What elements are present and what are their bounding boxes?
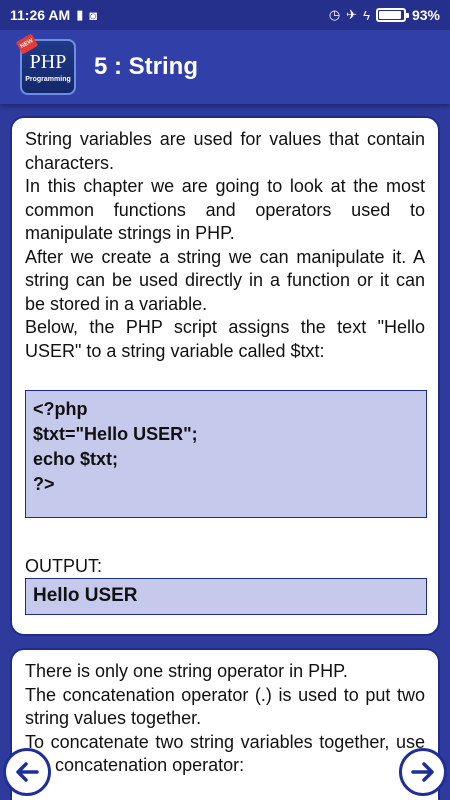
android-icon: ◙ <box>89 7 98 23</box>
sim-icon: ▮ <box>76 7 84 22</box>
logo-subtext: Programming <box>25 76 71 83</box>
alarm-icon: ◷ <box>328 7 341 22</box>
previous-button[interactable] <box>3 748 51 796</box>
code-line: ?> <box>33 474 55 494</box>
page-title: 5 : String <box>94 53 199 80</box>
status-bar: 11:26 AM ▮ ◙ ◷ ✈ ϟ 93% <box>0 0 450 30</box>
charging-icon: ϟ <box>363 7 370 23</box>
code-line: echo $txt; <box>33 449 119 469</box>
next-button[interactable] <box>399 748 447 796</box>
lesson-paragraph: String variables are used for values tha… <box>25 129 425 173</box>
app-logo: NEW PHP Programming <box>15 33 76 95</box>
status-bar-left: 11:26 AM ▮ ◙ <box>10 7 97 23</box>
output-block: Hello USER <box>25 578 427 615</box>
code-line: <?php <box>33 399 88 419</box>
arrow-right-icon <box>411 762 434 782</box>
battery-percent: 93% <box>411 7 440 23</box>
arrow-left-icon <box>16 762 39 782</box>
app-bar: NEW PHP Programming 5 : String <box>0 30 450 104</box>
status-time: 11:26 AM <box>10 7 71 23</box>
lesson-paragraph: To concatenate two string variables toge… <box>25 731 425 776</box>
battery-icon <box>375 8 409 22</box>
lesson-card: String variables are used for values tha… <box>10 116 440 636</box>
lesson-card-2: There is only one string operator in PHP… <box>10 648 440 800</box>
lesson-text: String variables are used for values tha… <box>25 128 425 363</box>
status-bar-right: ◷ ✈ ϟ 93% <box>329 7 440 23</box>
output-label: OUTPUT: <box>25 556 103 576</box>
lesson-paragraph: After we create a string we can manipula… <box>25 246 425 314</box>
airplane-icon: ✈ <box>346 7 358 22</box>
lesson-text-2: There is only one string operator in PHP… <box>25 660 425 778</box>
code-block: <?php $txt="Hello USER"; echo $txt; ?> <box>25 390 427 518</box>
logo-text: PHP <box>29 51 67 73</box>
lesson-paragraph: Below, the PHP script assigns the text "… <box>25 317 425 361</box>
lesson-paragraph: In this chapter we are going to look at … <box>25 176 425 243</box>
code-line: $txt="Hello USER"; <box>33 424 198 444</box>
lesson-paragraph: The concatenation operator (.) is used t… <box>25 684 425 729</box>
lesson-paragraph: There is only one string operator in PHP… <box>25 661 348 681</box>
